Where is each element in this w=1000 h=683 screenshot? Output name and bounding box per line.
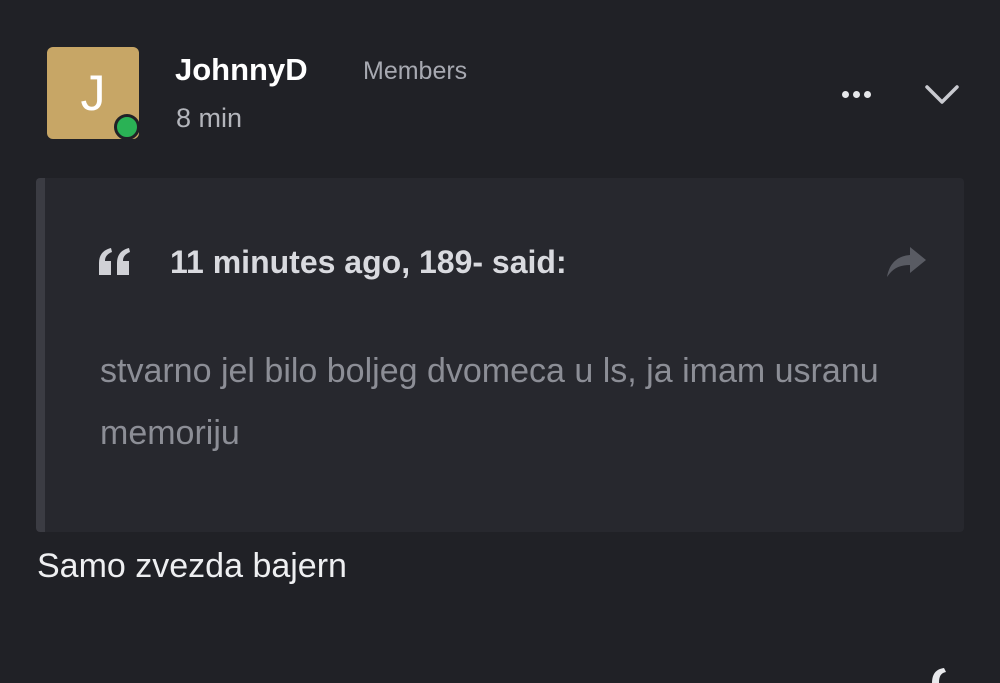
more-dot — [852, 90, 860, 98]
quote-text: stvarno jel bilo boljeg dvomeca u ls, ja… — [100, 352, 879, 452]
author-name[interactable]: JohnnyD — [175, 52, 308, 88]
quote-citation[interactable]: 11 minutes ago, 189- said: — [170, 244, 567, 281]
post-time[interactable]: 8 min — [176, 103, 242, 134]
avatar-letter: J — [80, 65, 106, 121]
more-options-button[interactable] — [834, 78, 878, 110]
partial-icon — [932, 668, 946, 683]
more-horizontal-icon — [841, 90, 849, 98]
expand-button[interactable] — [922, 80, 962, 112]
quote-icon — [99, 248, 130, 275]
online-status-indicator — [114, 114, 140, 140]
member-group: Members — [363, 57, 468, 85]
chevron-down-icon — [925, 85, 959, 104]
more-dot — [863, 90, 871, 98]
post-content: Samo zvezda bajern — [37, 547, 347, 585]
share-icon — [887, 247, 926, 277]
share-button[interactable] — [884, 244, 928, 280]
